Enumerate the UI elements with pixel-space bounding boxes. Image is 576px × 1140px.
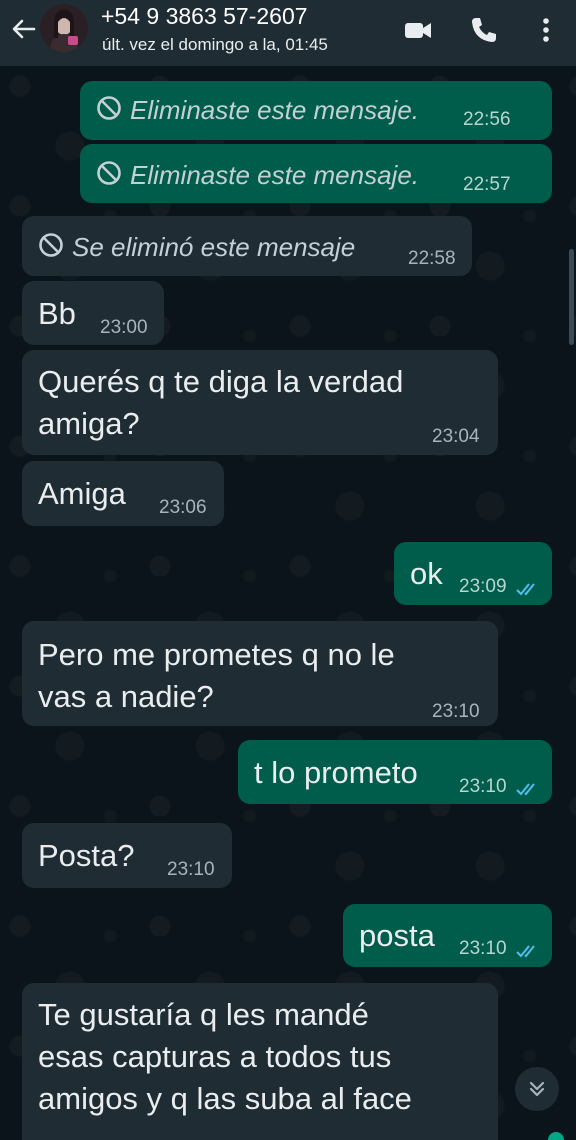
message-text-line: amiga? (38, 406, 140, 441)
message-bubble-incoming[interactable]: Pero me prometes q no le vas a nadie? 23… (22, 621, 498, 726)
message-bubble-incoming[interactable]: Se eliminó este mensaje 22:58 (22, 216, 472, 276)
read-receipt-icon (516, 583, 535, 596)
contact-name[interactable]: +54 9 3863 57-2607 (101, 3, 308, 30)
message-time: 22:57 (463, 174, 511, 195)
message-bubble-outgoing[interactable]: Eliminaste este mensaje. 22:56 (80, 81, 552, 140)
message-time: 23:10 (432, 701, 480, 722)
message-text: posta (359, 918, 435, 953)
deleted-message-icon (39, 233, 63, 257)
chat-header: +54 9 3863 57-2607 últ. vez el domingo a… (0, 0, 576, 66)
message-bubble-outgoing[interactable]: Eliminaste este mensaje. 22:57 (80, 144, 552, 203)
message-text: Posta? (38, 838, 135, 873)
message-time: 23:06 (159, 497, 207, 518)
message-text-line: amigos y q las suba al face (38, 1081, 412, 1116)
message-time: 22:56 (463, 109, 511, 130)
video-call-icon[interactable] (402, 14, 434, 46)
message-time: 23:00 (100, 317, 148, 338)
message-time: 23:10 (167, 859, 215, 880)
message-text-line: Pero me prometes q no le (38, 637, 395, 672)
message-text-line: vas a nadie? (38, 679, 214, 714)
message-bubble-incoming[interactable]: Bb 23:00 (22, 281, 164, 345)
message-bubble-incoming[interactable]: Posta? 23:10 (22, 823, 232, 888)
message-text: Eliminaste este mensaje. (130, 95, 420, 125)
scrollbar[interactable] (569, 249, 574, 345)
last-seen-status[interactable]: últ. vez el domingo a la, 01:45 (102, 35, 328, 55)
message-text-line: Querés q te diga la verdad (38, 364, 404, 399)
back-arrow-icon[interactable] (8, 14, 38, 44)
avatar[interactable] (40, 4, 88, 52)
message-text: Bb (38, 296, 76, 331)
double-chevron-down-icon (529, 1081, 545, 1097)
message-text-line: esas capturas a todos tus (38, 1039, 392, 1074)
message-list[interactable]: Eliminaste este mensaje. 22:56 Eliminast… (0, 66, 576, 1140)
message-text: ok (410, 556, 443, 591)
message-text: Amiga (38, 476, 126, 511)
avatar-image (50, 10, 78, 52)
read-receipt-icon (516, 783, 535, 796)
message-time: 23:09 (459, 576, 507, 597)
message-time: 23:10 (459, 776, 507, 797)
message-time: 22:58 (408, 248, 456, 269)
message-bubble-incoming[interactable]: Querés q te diga la verdad amiga? 23:04 (22, 350, 498, 455)
more-vert-icon[interactable] (530, 14, 562, 46)
message-time: 23:10 (459, 938, 507, 959)
message-bubble-incoming[interactable]: Te gustaría q les mandé esas capturas a … (22, 983, 498, 1140)
deleted-message-icon (97, 96, 121, 120)
message-text: Se eliminó este mensaje (72, 232, 356, 262)
message-text-line: Te gustaría q les mandé (38, 997, 369, 1032)
phone-icon[interactable] (468, 14, 500, 46)
message-bubble-outgoing[interactable]: ok 23:09 (394, 542, 552, 605)
deleted-message-icon (97, 161, 121, 185)
message-bubble-incoming[interactable]: Amiga 23:06 (22, 461, 224, 526)
message-text: t lo prometo (254, 755, 418, 790)
message-time: 23:04 (432, 426, 480, 447)
message-bubble-outgoing[interactable]: posta 23:10 (343, 904, 552, 967)
read-receipt-icon (516, 945, 535, 958)
message-bubble-outgoing[interactable]: t lo prometo 23:10 (238, 740, 552, 804)
message-text: Eliminaste este mensaje. (130, 160, 420, 190)
scroll-to-bottom-button[interactable] (515, 1067, 559, 1111)
